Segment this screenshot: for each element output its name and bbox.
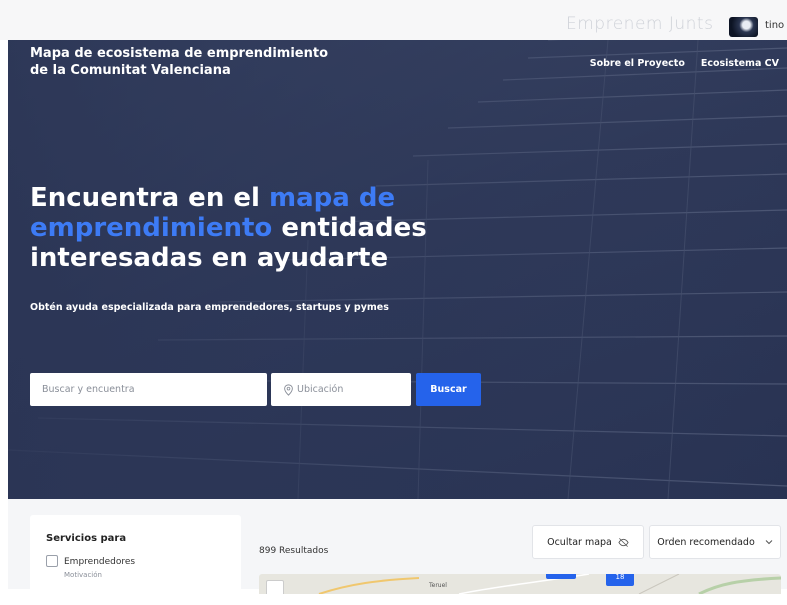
eye-off-icon: [618, 537, 629, 547]
checkbox-label[interactable]: Emprendedores: [64, 557, 135, 567]
map[interactable]: Teruel 18: [259, 574, 781, 594]
search-field[interactable]: [30, 373, 267, 406]
search-input[interactable]: [30, 373, 267, 406]
map-place-label: Teruel: [429, 582, 447, 589]
avatar[interactable]: [729, 17, 758, 37]
map-zoom-control[interactable]: [266, 580, 284, 594]
results-count: 899 Resultados: [259, 546, 329, 556]
filters-panel: Servicios para Emprendedores Motivación: [30, 515, 241, 605]
location-pin-icon: [284, 384, 293, 396]
entrepreneurs-checkbox[interactable]: [46, 555, 58, 567]
order-label: Orden recomendado: [657, 536, 755, 548]
map-marker[interactable]: [546, 574, 576, 579]
main-nav: Sobre el Proyecto Ecosistema CV: [590, 58, 779, 69]
headline-text: Encuentra en el: [30, 183, 269, 213]
map-cluster-marker[interactable]: 18: [606, 574, 634, 586]
map-roads: [318, 574, 781, 594]
brand-logo[interactable]: Emprenem Junts: [566, 14, 713, 34]
hero-section: Mapa de ecosistema de emprendimiento de …: [8, 40, 787, 499]
site-title[interactable]: Mapa de ecosistema de emprendimiento de …: [30, 45, 350, 79]
nav-item-ecosystem[interactable]: Ecosistema CV: [701, 58, 779, 69]
top-bar: Emprenem Junts tino: [0, 0, 787, 40]
checkbox-sublabel: Motivación: [64, 571, 102, 579]
username[interactable]: tino: [765, 20, 784, 31]
nav-item-about[interactable]: Sobre el Proyecto: [590, 58, 685, 69]
hero-headline: Encuentra en el mapa de emprendimiento e…: [30, 183, 450, 273]
chevron-down-icon: [765, 540, 773, 545]
results-section: Servicios para Emprendedores Motivación …: [8, 499, 787, 605]
hide-map-button[interactable]: Ocultar mapa: [532, 525, 644, 559]
hero-subline: Obtén ayuda especializada para emprended…: [30, 302, 389, 313]
location-field[interactable]: [271, 373, 411, 406]
filters-title: Servicios para: [46, 533, 127, 544]
hide-map-label: Ocultar mapa: [547, 536, 612, 548]
order-select[interactable]: Orden recomendado: [649, 525, 781, 559]
search-button[interactable]: Buscar: [416, 373, 481, 406]
